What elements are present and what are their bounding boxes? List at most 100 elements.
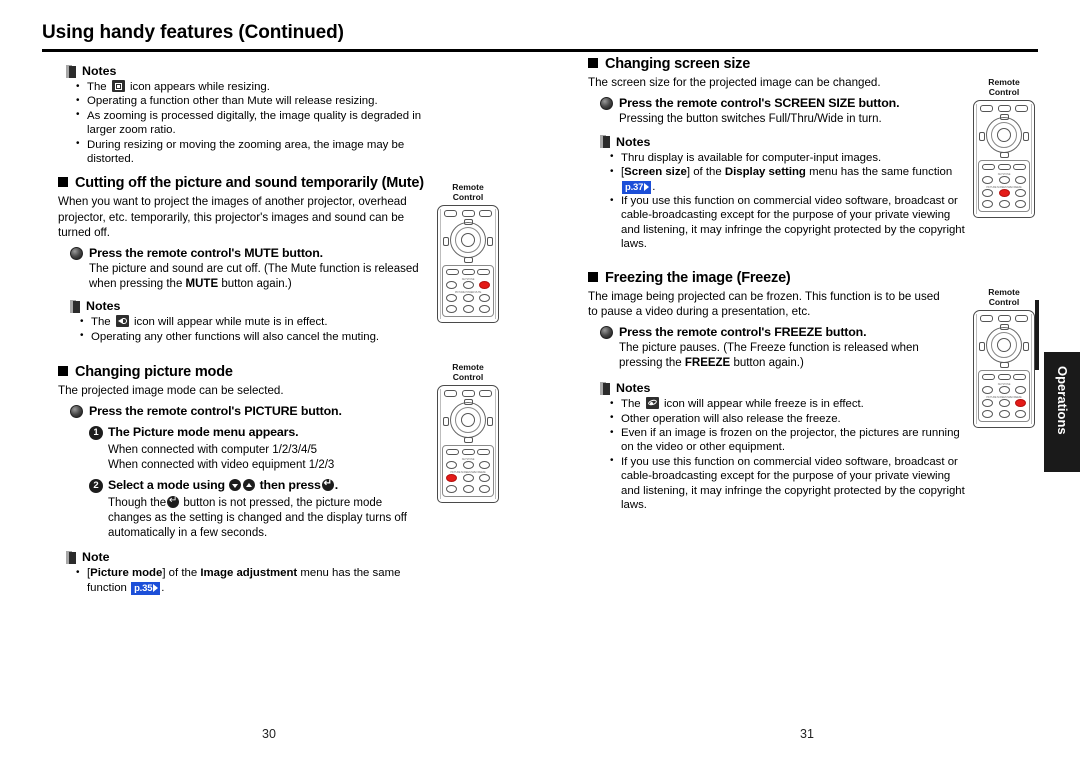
remote-key[interactable] [479, 474, 490, 482]
remote-key[interactable] [477, 269, 490, 275]
note-icon [66, 64, 76, 78]
remote-key[interactable] [982, 189, 993, 197]
remote-key[interactable] [461, 269, 475, 275]
step-label: Press the remote control's FREEZE button… [619, 325, 867, 340]
remote-key[interactable] [479, 304, 490, 313]
dpad-right-key[interactable] [487, 417, 493, 426]
remote-key[interactable] [998, 409, 1010, 418]
dpad-right-key[interactable] [487, 237, 493, 246]
remote-key[interactable] [998, 199, 1010, 208]
remote-dpad[interactable] [979, 324, 1029, 368]
square-bullet-icon [588, 271, 598, 282]
remote-key[interactable] [982, 175, 993, 184]
remote-key[interactable] [997, 164, 1011, 170]
arrow-down-icon [229, 479, 242, 492]
remote-dpad[interactable] [443, 399, 493, 443]
remote-key[interactable] [444, 210, 457, 217]
remote-key[interactable] [997, 315, 1011, 322]
remote-key[interactable] [446, 280, 457, 289]
remote-key[interactable] [1015, 105, 1028, 112]
dpad-up-key[interactable] [463, 219, 473, 225]
remote-control-figure-freeze: Remote Control KEYSTONE PICTURE SCREEN S… [968, 287, 1040, 428]
dpad-enter-key[interactable] [461, 413, 475, 427]
remote-key[interactable] [446, 449, 459, 455]
section-heading-mute: Cutting off the picture and sound tempor… [58, 175, 428, 191]
remote-key[interactable] [1015, 175, 1026, 184]
remote-key[interactable] [444, 390, 457, 397]
dpad-down-key[interactable] [463, 257, 473, 263]
remote-key[interactable] [982, 374, 995, 380]
remote-key[interactable] [1015, 189, 1026, 197]
remote-key[interactable] [462, 280, 474, 289]
remote-key-mute-highlight[interactable] [479, 280, 490, 289]
side-tab-operations[interactable]: Operations [1044, 352, 1080, 472]
remote-key[interactable] [1015, 199, 1026, 208]
remote-key-picture-highlight[interactable] [446, 474, 457, 482]
page-reference-p35[interactable]: p.35 [131, 581, 161, 595]
note-item: Even if an image is frozen on the projec… [610, 426, 966, 455]
remote-control-label: Remote Control [988, 287, 1020, 307]
dpad-down-key[interactable] [999, 362, 1009, 368]
remote-key[interactable] [982, 399, 993, 407]
remote-key[interactable] [446, 294, 457, 302]
remote-key[interactable] [998, 175, 1010, 184]
remote-key[interactable] [1013, 374, 1026, 380]
remote-key[interactable] [446, 484, 457, 493]
remote-key[interactable] [446, 304, 457, 313]
remote-key[interactable] [461, 390, 475, 397]
dpad-left-key[interactable] [443, 237, 449, 246]
dpad-up-key[interactable] [463, 399, 473, 405]
remote-key[interactable] [980, 105, 993, 112]
remote-dpad[interactable] [979, 114, 1029, 158]
dpad-left-key[interactable] [979, 132, 985, 141]
dpad-right-key[interactable] [1023, 342, 1029, 351]
remote-key[interactable] [462, 460, 474, 469]
remote-key[interactable] [479, 460, 490, 469]
remote-key[interactable] [997, 374, 1011, 380]
remote-key[interactable] [980, 315, 993, 322]
remote-key[interactable] [1015, 315, 1028, 322]
remote-key-screen-size-highlight[interactable] [998, 189, 1010, 197]
dpad-down-key[interactable] [463, 437, 473, 443]
dpad-right-key[interactable] [1023, 132, 1029, 141]
remote-key-freeze-highlight[interactable] [1015, 399, 1026, 407]
remote-key[interactable] [982, 164, 995, 170]
remote-key[interactable] [982, 409, 993, 418]
remote-key[interactable] [479, 484, 490, 493]
remote-key[interactable] [998, 399, 1010, 407]
dpad-down-key[interactable] [999, 152, 1009, 158]
remote-key[interactable] [998, 385, 1010, 394]
dpad-up-key[interactable] [999, 324, 1009, 330]
remote-key[interactable] [479, 390, 492, 397]
remote-key[interactable] [446, 269, 459, 275]
dpad-enter-key[interactable] [997, 338, 1011, 352]
remote-key[interactable] [982, 199, 993, 208]
note-icon [70, 299, 80, 313]
remote-key[interactable] [1015, 385, 1026, 394]
remote-key[interactable] [462, 474, 474, 482]
dpad-enter-key[interactable] [461, 233, 475, 247]
remote-key[interactable] [461, 210, 475, 217]
remote-key[interactable] [1013, 164, 1026, 170]
note-item: Thru display is available for computer-i… [610, 150, 966, 165]
remote-key[interactable] [462, 294, 474, 302]
remote-key[interactable] [479, 294, 490, 302]
remote-key[interactable] [982, 385, 993, 394]
remote-key[interactable] [462, 484, 474, 493]
dpad-left-key[interactable] [443, 417, 449, 426]
remote-key[interactable] [1015, 409, 1026, 418]
dpad-left-key[interactable] [979, 342, 985, 351]
remote-top-row [977, 315, 1031, 322]
dpad-enter-key[interactable] [997, 128, 1011, 142]
dpad-up-key[interactable] [999, 114, 1009, 120]
remote-key[interactable] [462, 304, 474, 313]
remote-key[interactable] [446, 460, 457, 469]
page-reference-p37[interactable]: p.37 [622, 180, 652, 194]
remote-dpad[interactable] [443, 219, 493, 263]
step-press-freeze: Press the remote control's FREEZE button… [600, 325, 966, 340]
remote-key[interactable] [479, 210, 492, 217]
remote-key[interactable] [477, 449, 490, 455]
numbered-step-1-body: When connected with computer 1/2/3/4/5 W… [108, 444, 335, 471]
remote-key[interactable] [997, 105, 1011, 112]
remote-key[interactable] [461, 449, 475, 455]
